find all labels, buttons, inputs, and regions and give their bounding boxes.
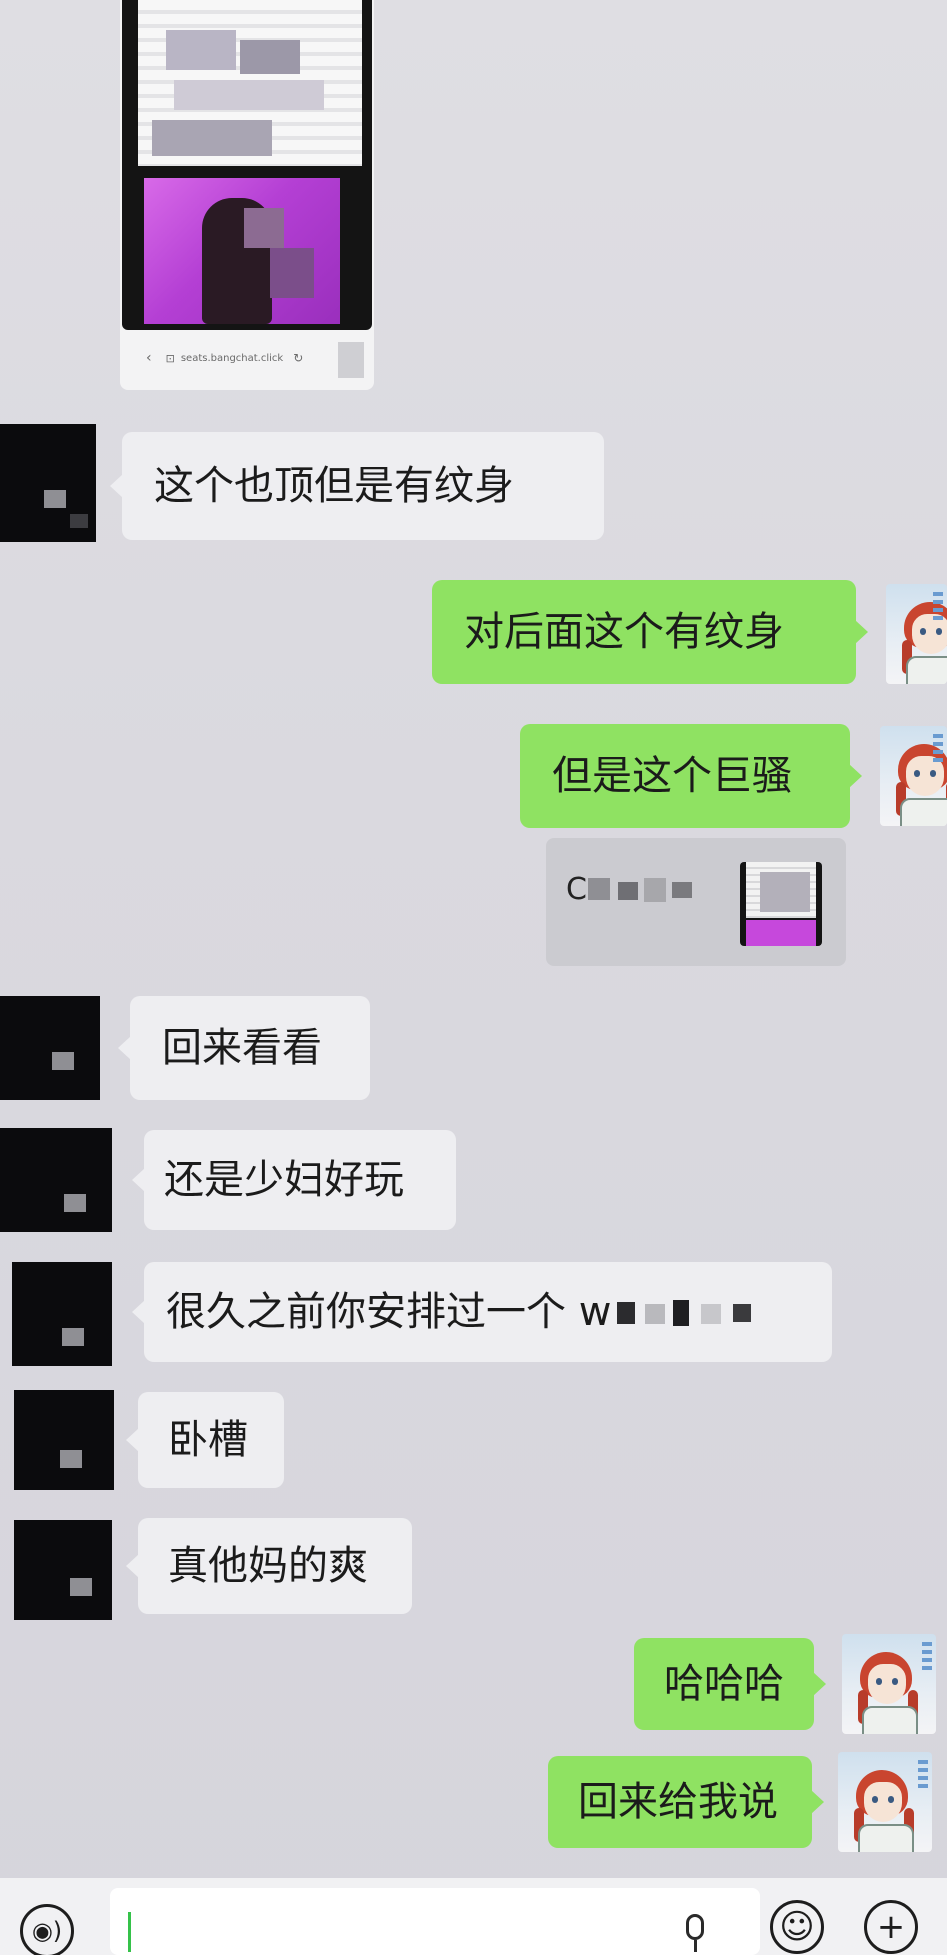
message-text: 哈哈哈 [664,1661,784,1707]
screenshot-url-bar: ‹ ⊡ seats.bangchat.click ↻ [122,336,370,380]
microphone-stem [694,1940,697,1952]
image-message-screenshot[interactable]: ‹ ⊡ seats.bangchat.click ↻ [120,0,374,390]
message-bubble-incoming[interactable]: 真他妈的爽 [126,1518,412,1614]
message-text: 还是少妇好玩 [164,1157,404,1203]
message-bubble-outgoing[interactable]: 哈哈哈 [634,1638,826,1730]
mosaic-blur [174,80,324,110]
back-chevron-icon: ‹ [146,350,152,366]
my-avatar[interactable] [838,1752,932,1852]
link-card-title: C [566,872,587,907]
mosaic-blur [588,878,610,900]
mosaic-blur [240,40,300,74]
microphone-icon[interactable] [686,1914,704,1940]
mosaic-blur [672,882,692,898]
text-cursor [128,1912,131,1952]
voice-toggle-icon[interactable]: ◉) [20,1904,74,1955]
screenshot-url-text: seats.bangchat.click [180,352,284,364]
message-text: 这个也顶但是有纹身 [154,463,514,509]
link-card-thumbnail [740,862,822,946]
contact-avatar[interactable] [0,996,100,1100]
mosaic-blur [166,30,236,70]
site-icon: ⊡ [165,351,175,365]
message-bubble-incoming[interactable]: 这个也顶但是有纹身 [110,432,604,540]
message-bubble-outgoing[interactable]: 回来给我说 [548,1756,824,1848]
emoji-icon[interactable]: ☺ [770,1900,824,1954]
message-text: 但是这个巨骚 [552,753,792,799]
mosaic-blur [644,878,666,902]
my-avatar[interactable] [842,1634,936,1734]
chat-screen: ‹ ⊡ seats.bangchat.click ↻ 这个也顶但是有纹身 对后面… [0,0,947,1955]
link-card-message[interactable]: C [546,838,846,966]
plus-icon[interactable]: + [864,1900,918,1954]
mosaic-blur [617,1294,797,1330]
message-text: 回来给我说 [578,1779,778,1825]
reload-icon: ↻ [293,351,304,365]
message-text: 回来看看 [162,1025,322,1071]
message-bubble-outgoing[interactable]: 对后面这个有纹身 [432,580,868,684]
my-avatar[interactable] [880,726,947,826]
contact-avatar[interactable] [0,424,96,542]
mosaic-blur [152,120,272,156]
message-bubble-incoming[interactable]: 很久之前你安排过一个 w [132,1262,832,1362]
message-bubble-incoming[interactable]: 还是少妇好玩 [132,1130,456,1230]
message-bubble-outgoing[interactable]: 但是这个巨骚 [520,724,862,828]
contact-avatar[interactable] [12,1262,112,1366]
message-text: 对后面这个有纹身 [464,609,784,655]
message-bubble-incoming[interactable]: 卧槽 [126,1392,284,1488]
contact-avatar[interactable] [14,1390,114,1490]
mosaic-blur [244,208,284,248]
screenshot-photo [144,178,340,324]
message-text: 很久之前你安排过一个 w [166,1289,612,1335]
message-input[interactable] [110,1888,760,1955]
my-avatar[interactable] [886,584,947,684]
mosaic-blur [618,882,638,900]
contact-avatar[interactable] [0,1128,112,1232]
message-text: 卧槽 [168,1417,248,1463]
message-bubble-incoming[interactable]: 回来看看 [118,996,370,1100]
mosaic-blur [338,342,364,378]
screenshot-frame [122,0,372,330]
contact-avatar[interactable] [14,1520,112,1620]
message-text: 真他妈的爽 [168,1543,368,1589]
mosaic-blur [270,248,314,298]
